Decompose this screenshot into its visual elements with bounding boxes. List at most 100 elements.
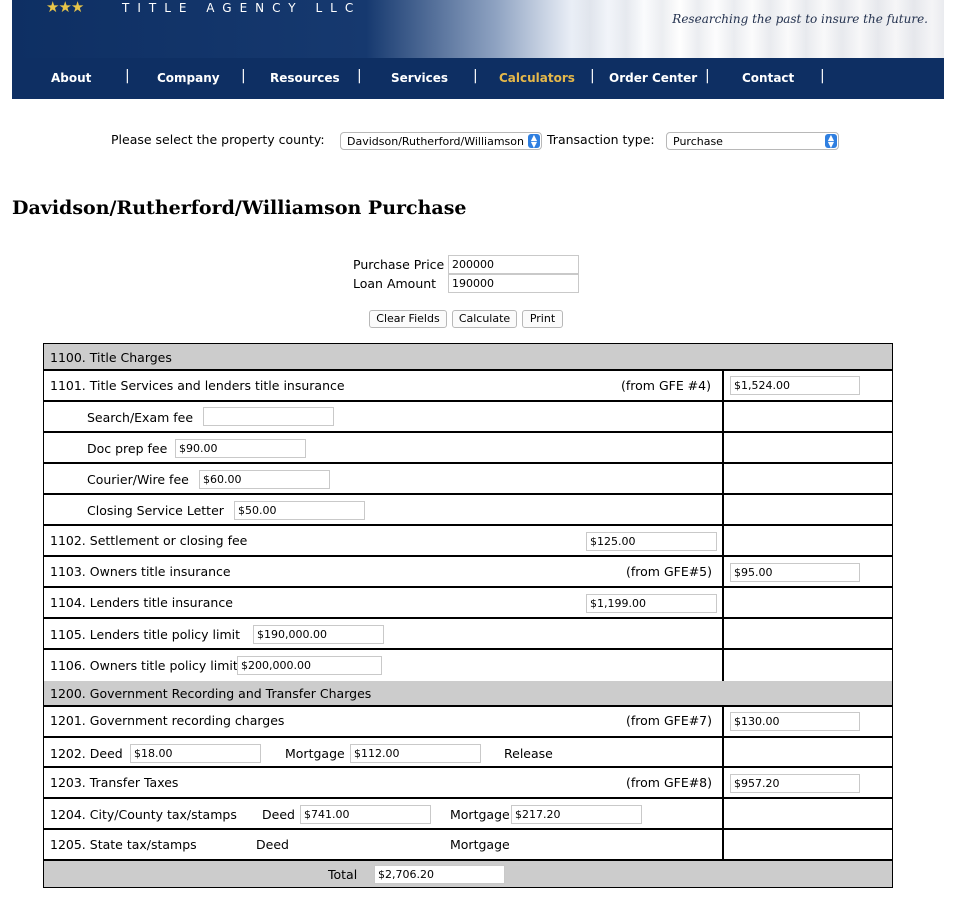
calculate-button[interactable]: Calculate xyxy=(452,310,517,328)
transaction-type-select[interactable]: Purchase ▲ ▼ xyxy=(666,132,839,150)
transaction-type-label: Transaction type: xyxy=(547,132,655,147)
fees-table: 1100. Title Charges 1101. Title Services… xyxy=(43,343,893,888)
search-exam-fee-input[interactable] xyxy=(203,407,334,426)
column-divider xyxy=(722,707,724,736)
row-label: 1102. Settlement or closing fee xyxy=(50,533,248,548)
row-label: 1103. Owners title insurance xyxy=(50,564,231,579)
header-banner: ★★★ TITLE AGENCY LLC Researching the pas… xyxy=(12,0,944,58)
stars-logo-icon: ★★★ xyxy=(46,0,84,16)
doc-prep-fee-input[interactable]: $90.00 xyxy=(175,439,306,458)
nav-services[interactable]: Services xyxy=(391,71,448,85)
row-label: 1204. City/County tax/stamps xyxy=(50,807,237,822)
city-county-mortgage-input[interactable]: $217.20 xyxy=(511,805,642,824)
lenders-policy-limit-input[interactable]: $190,000.00 xyxy=(253,625,384,644)
column-divider xyxy=(722,433,724,462)
nav-contact[interactable]: Contact xyxy=(742,71,794,85)
loan-amount-label: Loan Amount xyxy=(353,276,437,291)
section-title: 1200. Government Recording and Transfer … xyxy=(50,686,372,701)
print-button[interactable]: Print xyxy=(522,310,563,328)
section-header-1200: 1200. Government Recording and Transfer … xyxy=(44,681,892,707)
table-row: 1106. Owners title policy limit $200,000… xyxy=(44,650,892,681)
nav-about[interactable]: About xyxy=(51,71,91,85)
mortgage-label: Mortgage xyxy=(285,746,345,761)
table-row: 1101. Title Services and lenders title i… xyxy=(44,371,892,402)
column-divider xyxy=(722,557,724,586)
column-divider xyxy=(722,738,724,766)
courier-wire-fee-input[interactable]: $60.00 xyxy=(199,470,330,489)
section-header-1100: 1100. Title Charges xyxy=(44,344,892,371)
loan-amount-input[interactable]: 190000 xyxy=(448,274,579,293)
table-row: 1102. Settlement or closing fee $125.00 xyxy=(44,526,892,557)
settlement-fee-input[interactable]: $125.00 xyxy=(586,532,717,551)
select-arrows-icon: ▲ ▼ xyxy=(825,134,837,149)
nav-separator: | xyxy=(820,68,825,84)
row-label: 1202. Deed xyxy=(50,746,123,761)
deed-recording-input[interactable]: $18.00 xyxy=(130,744,261,763)
county-select[interactable]: Davidson/Rutherford/Williamson ▲ ▼ xyxy=(340,132,542,150)
column-divider xyxy=(722,464,724,493)
table-row: Doc prep fee $90.00 xyxy=(44,433,892,464)
table-row: 1204. City/County tax/stamps Deed $741.0… xyxy=(44,799,892,830)
deed-label: Deed xyxy=(256,837,289,852)
column-divider xyxy=(722,402,724,431)
table-row: Closing Service Letter $50.00 xyxy=(44,495,892,526)
nav-separator: | xyxy=(125,68,130,84)
column-divider xyxy=(722,650,724,681)
city-county-deed-input[interactable]: $741.00 xyxy=(300,805,431,824)
row-label: 1201. Government recording charges xyxy=(50,713,285,728)
select-arrows-icon: ▲ ▼ xyxy=(528,134,540,149)
tagline: Researching the past to insure the futur… xyxy=(672,12,928,26)
nav-resources[interactable]: Resources xyxy=(270,71,340,85)
nav-separator: | xyxy=(357,68,362,84)
nav-calculators[interactable]: Calculators xyxy=(499,71,575,85)
column-divider xyxy=(722,588,724,617)
table-row: 1104. Lenders title insurance $1,199.00 xyxy=(44,588,892,619)
table-row: Courier/Wire fee $60.00 xyxy=(44,464,892,495)
row-label: Search/Exam fee xyxy=(87,410,194,425)
transfer-taxes-value[interactable]: $957.20 xyxy=(730,774,860,793)
county-select-value: Davidson/Rutherford/Williamson xyxy=(347,135,524,148)
owners-title-insurance-value[interactable]: $95.00 xyxy=(730,563,860,582)
table-row: 1203. Transfer Taxes (from GFE#8) $957.2… xyxy=(44,768,892,799)
county-select-label: Please select the property county: xyxy=(111,132,325,147)
mortgage-label: Mortgage xyxy=(450,807,510,822)
nav-company[interactable]: Company xyxy=(157,71,220,85)
main-nav: About | Company | Resources | Services |… xyxy=(12,58,944,99)
gfe-reference: (from GFE#7) xyxy=(626,713,713,728)
nav-separator: | xyxy=(590,68,595,84)
total-label: Total xyxy=(328,867,358,882)
brand-name: TITLE AGENCY LLC xyxy=(122,1,362,15)
title-services-value[interactable]: $1,524.00 xyxy=(730,376,860,395)
row-label: 1104. Lenders title insurance xyxy=(50,595,233,610)
mortgage-recording-input[interactable]: $112.00 xyxy=(350,744,481,763)
deed-label: Deed xyxy=(262,807,295,822)
gfe-reference: (from GFE#8) xyxy=(626,775,713,790)
release-label: Release xyxy=(504,746,553,761)
column-divider xyxy=(722,526,724,555)
purchase-price-label: Purchase Price xyxy=(353,257,445,272)
column-divider xyxy=(722,619,724,648)
table-row: 1103. Owners title insurance (from GFE#5… xyxy=(44,557,892,588)
row-label: 1205. State tax/stamps xyxy=(50,837,197,852)
nav-separator: | xyxy=(473,68,478,84)
row-label: Doc prep fee xyxy=(87,441,168,456)
owners-policy-limit-input[interactable]: $200,000.00 xyxy=(237,656,382,675)
clear-fields-button[interactable]: Clear Fields xyxy=(369,310,447,328)
nav-separator: | xyxy=(241,68,246,84)
government-recording-value[interactable]: $130.00 xyxy=(730,712,860,731)
total-row: Total $2,706.20 xyxy=(44,859,892,887)
nav-order-center[interactable]: Order Center xyxy=(609,71,697,85)
purchase-price-input[interactable]: 200000 xyxy=(448,255,579,274)
closing-service-letter-input[interactable]: $50.00 xyxy=(234,501,365,520)
column-divider xyxy=(722,371,724,400)
row-label: 1105. Lenders title policy limit xyxy=(50,627,241,642)
lenders-title-insurance-input[interactable]: $1,199.00 xyxy=(586,594,717,613)
column-divider xyxy=(722,799,724,828)
section-title: 1100. Title Charges xyxy=(50,350,172,365)
banner-pillars-image xyxy=(572,0,944,58)
row-label: 1203. Transfer Taxes xyxy=(50,775,179,790)
row-label: 1106. Owners title policy limit xyxy=(50,658,238,673)
total-value[interactable]: $2,706.20 xyxy=(374,865,505,884)
gfe-reference: (from GFE #4) xyxy=(621,378,711,393)
column-divider xyxy=(722,495,724,524)
